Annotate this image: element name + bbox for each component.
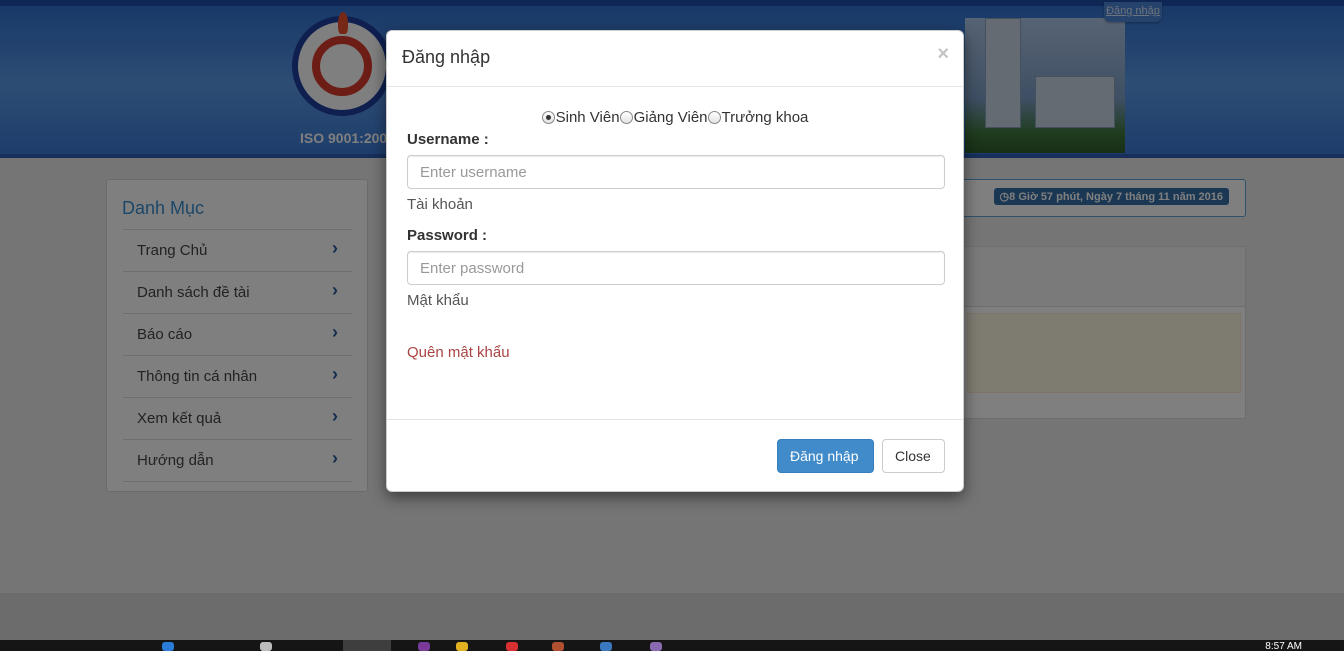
taskbar-app-icon[interactable] [650,642,662,651]
modal-footer: Đăng nhập Close [387,419,963,493]
taskbar-app-icon[interactable] [260,642,272,651]
password-help: Mật khẩu [407,292,469,309]
role-radio-group: Sinh Viên Giảng Viên Trưởng khoa [387,109,963,128]
role-label: Trưởng khoa [721,109,809,126]
radio-giang-vien[interactable] [619,111,633,124]
username-label: Username : [407,131,489,148]
close-icon[interactable]: × [937,43,949,66]
taskbar-app-icon[interactable] [418,642,430,651]
modal-title: Đăng nhập [402,47,491,67]
taskbar-app-icon[interactable] [506,642,518,651]
radio-sinh-vien[interactable] [541,111,555,124]
role-label: Sinh Viên [555,109,620,126]
username-input[interactable] [407,155,945,189]
role-option-giang-vien[interactable]: Giảng Viên [619,109,708,126]
role-label: Giảng Viên [633,109,708,126]
taskbar-clock[interactable]: 8:57 AM [1265,642,1302,651]
role-option-truong-khoa[interactable]: Trưởng khoa [707,109,809,126]
modal-header: Đăng nhập × [387,31,963,87]
forgot-password-link[interactable]: Quên mật khẩu [407,344,510,361]
taskbar-chrome-active[interactable] [343,640,391,651]
taskbar-app-icon[interactable] [600,642,612,651]
taskbar-ie-icon[interactable] [162,642,174,651]
os-taskbar: 8:57 AM [0,640,1344,651]
taskbar-folder-icon[interactable] [456,642,468,651]
username-help: Tài khoản [407,196,473,213]
close-button[interactable]: Close [882,439,945,473]
password-input[interactable] [407,251,945,285]
radio-truong-khoa[interactable] [707,111,721,124]
role-option-sinh-vien[interactable]: Sinh Viên [541,109,620,126]
taskbar-app-icon[interactable] [552,642,564,651]
password-label: Password : [407,227,488,244]
login-modal: Đăng nhập × Sinh Viên Giảng Viên Trưởng … [386,30,964,492]
login-button[interactable]: Đăng nhập [777,439,874,473]
